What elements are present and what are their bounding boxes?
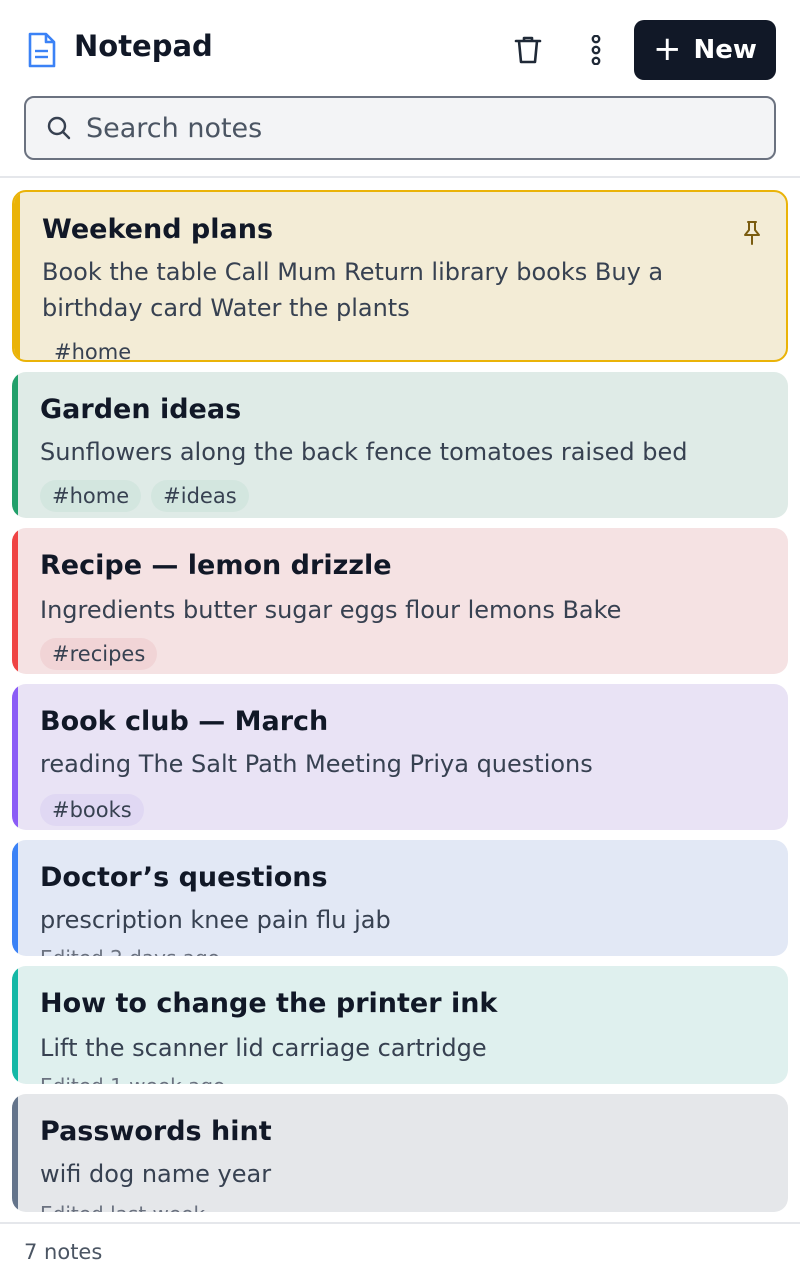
note-accent [12,528,18,674]
note-edited-time: Edited 2 days ago [40,946,220,956]
note-preview: reading The Salt Path Meeting Priya ques… [40,750,593,778]
note-preview: prescription knee pain flu jab [40,906,391,934]
note-preview: Lift the scanner lid carriage cartridge [40,1034,487,1062]
search-icon [47,116,71,140]
plus-icon: + [653,29,682,69]
note-card-garden-ideas[interactable]: Garden ideas Sunflowers along the back f… [12,372,788,518]
note-title: How to change the printer ink [40,988,498,1019]
trash-icon [514,36,542,64]
note-card-printer-ink[interactable]: How to change the printer ink Lift the s… [12,966,788,1084]
search-box[interactable] [24,96,776,160]
note-card-book-club[interactable]: Book club — March reading The Salt Path … [12,684,788,830]
pin-icon[interactable] [742,220,762,246]
more-options-button[interactable] [572,26,620,74]
tag-chip[interactable]: #recipes [40,638,158,670]
note-edited-time: Edited 1 week ago [40,1074,225,1084]
new-note-button[interactable]: + New [634,20,776,80]
note-tags: #books [40,794,144,826]
note-accent [12,684,18,830]
app-title: Notepad [74,29,213,63]
more-vertical-icon [591,35,601,65]
note-tags: #home #ideas [40,480,249,512]
note-title: Weekend plans [42,214,274,245]
new-note-label: New [693,35,757,65]
note-preview: Sunflowers along the back fence tomatoes… [40,438,688,466]
notes-list: Weekend plans Book the table Call Mum Re… [12,190,788,1222]
note-title: Book club — March [40,706,329,737]
note-card-weekend-plans[interactable]: Weekend plans Book the table Call Mum Re… [12,190,788,362]
tag-chip[interactable]: #home [42,336,144,360]
note-accent [12,840,18,956]
note-title: Passwords hint [40,1116,272,1147]
tag-chip[interactable]: #books [40,794,144,826]
note-count: 7 notes [24,1240,103,1264]
search-input[interactable] [86,112,746,144]
status-bar: 7 notes [0,1222,800,1280]
note-tags: #home [42,336,144,360]
note-card-doctors-questions[interactable]: Doctor’s questions prescription knee pai… [12,840,788,956]
note-title: Recipe — lemon drizzle [40,550,392,581]
note-tags: #recipes [40,638,158,670]
tag-chip[interactable]: #ideas [151,480,249,512]
note-card-recipe[interactable]: Recipe — lemon drizzle Ingredients butte… [12,528,788,674]
note-edited-time: Edited last week [40,1202,205,1212]
note-title: Doctor’s questions [40,862,328,893]
tag-chip[interactable]: #home [40,480,142,512]
delete-button[interactable] [504,26,552,74]
note-preview: wifi dog name year [40,1160,272,1188]
note-accent [12,966,18,1084]
app-header: Notepad + New [0,0,800,178]
note-preview: Book the table Call Mum Return library b… [42,258,664,322]
note-accent [12,372,18,518]
document-icon [28,32,56,68]
note-preview: Ingredients butter sugar eggs flour lemo… [40,596,622,624]
note-card-passwords-hint[interactable]: Passwords hint wifi dog name year Edited… [12,1094,788,1212]
note-accent [14,192,20,360]
note-title: Garden ideas [40,394,242,425]
note-accent [12,1094,18,1212]
